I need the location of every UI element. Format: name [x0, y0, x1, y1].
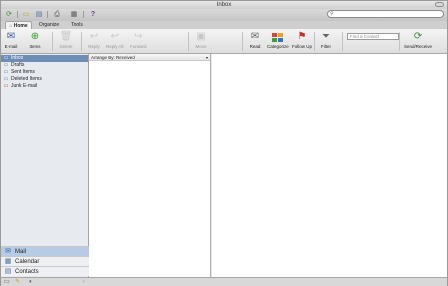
reply-all-button[interactable]: ↩ Reply All [106, 31, 124, 50]
new-items-button[interactable]: ⊕ Items [28, 31, 42, 50]
search-icon: ⚲ [330, 11, 334, 17]
ribbon-divider [188, 32, 189, 51]
nav-calendar[interactable]: ▦ Calendar [1, 256, 89, 266]
add-icon: ⊕ [30, 31, 40, 42]
rules-icon[interactable]: ▤ [33, 10, 45, 19]
bottom-toolbar: ▭ ✎ ▾ ⁝ [1, 277, 447, 286]
new-email-button[interactable]: ✉ E-mail [4, 31, 18, 50]
tab-tools[interactable]: Tools [66, 21, 88, 29]
read-icon: ✉ [250, 31, 260, 42]
reply-icon: ↩ [89, 31, 99, 42]
folder-junk-email[interactable]: ▭ Junk E-mail [1, 83, 88, 90]
calendar-icon[interactable]: ▦ [68, 10, 80, 19]
move-icon: ▣ [196, 31, 206, 42]
nav-mail[interactable]: ✉ Mail [1, 246, 89, 256]
ribbon-divider [342, 32, 343, 51]
tab-organize[interactable]: Organize [34, 21, 64, 29]
ribbon-divider [52, 32, 53, 51]
chevron-down-icon: ▾ [205, 55, 208, 60]
ribbon-tabs: ⌂ Home Organize Tools [1, 21, 447, 29]
ribbon-divider [81, 32, 82, 51]
mail-icon: ✉ [5, 247, 11, 255]
chevron-down-icon[interactable]: ▾ [29, 278, 32, 286]
send-receive-icon[interactable]: ⟳ [3, 10, 15, 19]
window-title: Inbox [216, 2, 232, 8]
outlook-window: Inbox ⟳ ▭ ▤ ⎙ ▦ ? ⚲ ⌂ Home Organize Tool… [0, 0, 448, 286]
find-contact-input[interactable]: Find a Contact [347, 33, 399, 40]
search-input[interactable]: ⚲ [327, 10, 444, 18]
calendar-icon: ▦ [4, 257, 12, 265]
reply-all-icon: ↩ [110, 31, 119, 42]
trash-icon: ▭ [3, 76, 9, 82]
print-icon[interactable]: ⎙ [51, 10, 63, 19]
help-icon[interactable]: ? [87, 10, 99, 19]
junk-icon: ▭ [3, 83, 9, 89]
folder-inbox[interactable]: ▭ Inbox [1, 55, 88, 62]
categorize-icon [271, 31, 285, 43]
note-icon[interactable]: ▭ [4, 278, 10, 286]
ribbon-divider [242, 32, 243, 51]
sent-icon: ▭ [3, 69, 9, 75]
send-receive-icon: ⟳ [413, 31, 423, 42]
forward-button[interactable]: ↪ Forward [130, 31, 147, 50]
tab-home[interactable]: ⌂ Home [5, 21, 32, 29]
resize-handle-icon[interactable]: ⁝ [83, 278, 85, 286]
message-list[interactable]: Arrange By: Received ▾ [89, 54, 211, 277]
send-receive-button[interactable]: ⟳ Send/Receive [404, 31, 432, 50]
inbox-icon: ▭ [3, 55, 9, 61]
ribbon-divider [399, 32, 400, 51]
filter-button[interactable]: ⏷ Filter [319, 31, 333, 50]
delete-button[interactable]: 🗑 Delete [59, 31, 73, 50]
quick-access-toolbar: ⟳ ▭ ▤ ⎙ ▦ ? ⚲ [1, 9, 447, 21]
read-button[interactable]: ✉ Read [248, 31, 262, 50]
flag-icon: ⚑ [297, 31, 307, 42]
folder-drafts[interactable]: ▭ Drafts [1, 62, 88, 69]
arrange-by-header[interactable]: Arrange By: Received ▾ [89, 54, 210, 61]
toolbar-divider [17, 11, 18, 18]
toolbar-divider [83, 11, 84, 18]
reply-button[interactable]: ↩ Reply [87, 31, 101, 50]
folder-sidebar: ▭ Inbox ▭ Drafts ▭ Sent Items ▭ Deleted … [1, 54, 89, 286]
categorize-button[interactable]: Categorize [267, 31, 289, 50]
trash-icon: 🗑 [59, 31, 73, 42]
task-icon[interactable]: ✎ [15, 278, 20, 286]
envelope-icon: ✉ [6, 31, 16, 42]
contacts-icon: ▤ [4, 267, 12, 275]
folder-deleted-items[interactable]: ▭ Deleted Items [1, 76, 88, 83]
toolbar-divider [47, 11, 48, 18]
ribbon-divider [314, 32, 315, 51]
folder-icon[interactable]: ▭ [20, 10, 32, 19]
nav-contacts[interactable]: ▤ Contacts [1, 266, 89, 276]
follow-up-button[interactable]: ⚑ Follow Up [292, 31, 312, 50]
folder-sent-items[interactable]: ▭ Sent Items [1, 69, 88, 76]
title-bar: Inbox [1, 1, 447, 9]
reading-pane [212, 54, 447, 277]
toolbar-toggle-button[interactable] [435, 2, 444, 7]
move-button[interactable]: ▣ Move [194, 31, 208, 50]
drafts-icon: ▭ [3, 62, 9, 68]
filter-icon: ⏷ [322, 31, 330, 42]
forward-icon: ↪ [134, 31, 143, 42]
